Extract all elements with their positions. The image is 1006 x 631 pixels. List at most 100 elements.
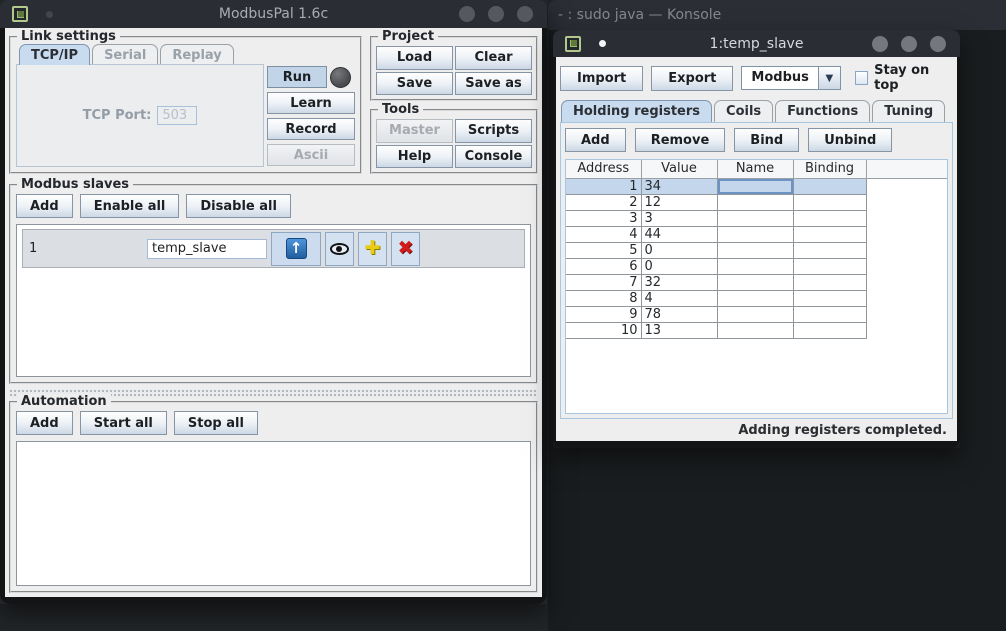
slave-dialog-titlebar[interactable]: 1:temp_slave: [553, 30, 960, 57]
tab-coils[interactable]: Coils: [714, 100, 773, 122]
cell-address[interactable]: 7: [566, 274, 641, 290]
maximize-button[interactable]: [901, 36, 917, 52]
save-as-button[interactable]: Save as: [455, 72, 532, 96]
save-button[interactable]: Save: [376, 72, 453, 96]
unbind-button[interactable]: Unbind: [808, 128, 892, 152]
clear-button[interactable]: Clear: [455, 46, 532, 70]
tab-replay[interactable]: Replay: [160, 44, 233, 65]
konsole-titlebar[interactable]: - : sudo java — Konsole: [548, 0, 1006, 30]
column-header-value[interactable]: Value: [641, 160, 717, 178]
cell-name[interactable]: [717, 258, 793, 274]
bind-button[interactable]: Bind: [734, 128, 799, 152]
tcp-port-field[interactable]: [157, 106, 197, 125]
cell-value[interactable]: 78: [641, 306, 717, 322]
disable-all-button[interactable]: Disable all: [186, 194, 291, 218]
column-header-binding[interactable]: Binding: [793, 160, 866, 178]
cell-binding[interactable]: [793, 194, 866, 210]
cell-binding[interactable]: [793, 210, 866, 226]
cell-name[interactable]: [717, 178, 793, 194]
table-row[interactable]: 8 4: [566, 290, 947, 306]
cell-value[interactable]: 13: [641, 322, 717, 338]
cell-address[interactable]: 9: [566, 306, 641, 322]
cell-value[interactable]: 32: [641, 274, 717, 290]
cell-name[interactable]: [717, 226, 793, 242]
add-automation-button[interactable]: Add: [16, 411, 73, 435]
cell-address[interactable]: 2: [566, 194, 641, 210]
cell-address[interactable]: 10: [566, 322, 641, 338]
cell-value[interactable]: 0: [641, 258, 717, 274]
close-button[interactable]: [930, 36, 946, 52]
tab-holding-registers[interactable]: Holding registers: [561, 100, 712, 122]
learn-button[interactable]: Learn: [267, 92, 355, 114]
slave-delete-button[interactable]: ✖: [391, 232, 420, 266]
stop-all-button[interactable]: Stop all: [174, 411, 258, 435]
scripts-button[interactable]: Scripts: [455, 119, 532, 143]
cell-value[interactable]: 12: [641, 194, 717, 210]
tab-tcpip[interactable]: TCP/IP: [19, 44, 90, 65]
cell-name[interactable]: [717, 194, 793, 210]
table-row[interactable]: 3 3: [566, 210, 947, 226]
column-header-name[interactable]: Name: [717, 160, 793, 178]
cell-name[interactable]: [717, 290, 793, 306]
cell-binding[interactable]: [793, 274, 866, 290]
slave-row[interactable]: 1 ↑ ✚ ✖: [22, 229, 525, 268]
export-button[interactable]: Export: [651, 66, 733, 91]
help-button[interactable]: Help: [376, 145, 453, 169]
column-header-address[interactable]: Address: [566, 160, 641, 178]
table-row[interactable]: 4 44: [566, 226, 947, 242]
cell-value[interactable]: 3: [641, 210, 717, 226]
slave-duplicate-button[interactable]: ✚: [358, 232, 387, 266]
cell-address[interactable]: 3: [566, 210, 641, 226]
modbuspal-titlebar[interactable]: ModbusPal 1.6c: [0, 0, 547, 28]
record-button[interactable]: Record: [267, 118, 355, 140]
table-row[interactable]: 9 78: [566, 306, 947, 322]
stay-on-top-checkbox[interactable]: [855, 71, 868, 85]
cell-address[interactable]: 1: [566, 178, 641, 194]
tab-serial[interactable]: Serial: [92, 44, 158, 65]
cell-binding[interactable]: [793, 290, 866, 306]
cell-address[interactable]: 8: [566, 290, 641, 306]
cell-binding[interactable]: [793, 242, 866, 258]
cell-binding[interactable]: [793, 322, 866, 338]
remove-register-button[interactable]: Remove: [635, 128, 726, 152]
slave-name-field[interactable]: [147, 239, 267, 259]
cell-value[interactable]: 44: [641, 226, 717, 242]
import-button[interactable]: Import: [560, 66, 643, 91]
load-button[interactable]: Load: [376, 46, 453, 70]
add-register-button[interactable]: Add: [565, 128, 626, 152]
table-header-row[interactable]: Address Value Name Binding: [566, 160, 947, 178]
cell-name[interactable]: [717, 274, 793, 290]
cell-binding[interactable]: [793, 226, 866, 242]
close-button[interactable]: [517, 6, 533, 22]
slave-view-button[interactable]: [325, 232, 354, 266]
table-row[interactable]: 1 34: [566, 178, 947, 194]
cell-value[interactable]: 34: [641, 178, 717, 194]
maximize-button[interactable]: [488, 6, 504, 22]
console-button[interactable]: Console: [455, 145, 532, 169]
tab-tuning[interactable]: Tuning: [872, 100, 945, 122]
table-row[interactable]: 2 12: [566, 194, 947, 210]
cell-name[interactable]: [717, 306, 793, 322]
registers-table-scrollpane[interactable]: Address Value Name Binding 1 34: [565, 159, 948, 414]
cell-value[interactable]: 4: [641, 290, 717, 306]
minimize-button[interactable]: [872, 36, 888, 52]
cell-address[interactable]: 6: [566, 258, 641, 274]
cell-address[interactable]: 4: [566, 226, 641, 242]
add-slave-button[interactable]: Add: [16, 194, 73, 218]
enable-all-button[interactable]: Enable all: [80, 194, 180, 218]
table-row[interactable]: 6 0: [566, 258, 947, 274]
table-row[interactable]: 10 13: [566, 322, 947, 338]
table-row[interactable]: 7 32: [566, 274, 947, 290]
cell-binding[interactable]: [793, 258, 866, 274]
start-all-button[interactable]: Start all: [80, 411, 167, 435]
cell-binding[interactable]: [793, 306, 866, 322]
cell-value[interactable]: 0: [641, 242, 717, 258]
cell-address[interactable]: 5: [566, 242, 641, 258]
cell-binding[interactable]: [793, 178, 866, 194]
minimize-button[interactable]: [459, 6, 475, 22]
run-button[interactable]: Run: [267, 66, 327, 88]
cell-name[interactable]: [717, 242, 793, 258]
slave-enable-toggle[interactable]: ↑: [271, 232, 321, 266]
cell-name[interactable]: [717, 210, 793, 226]
table-row[interactable]: 5 0: [566, 242, 947, 258]
